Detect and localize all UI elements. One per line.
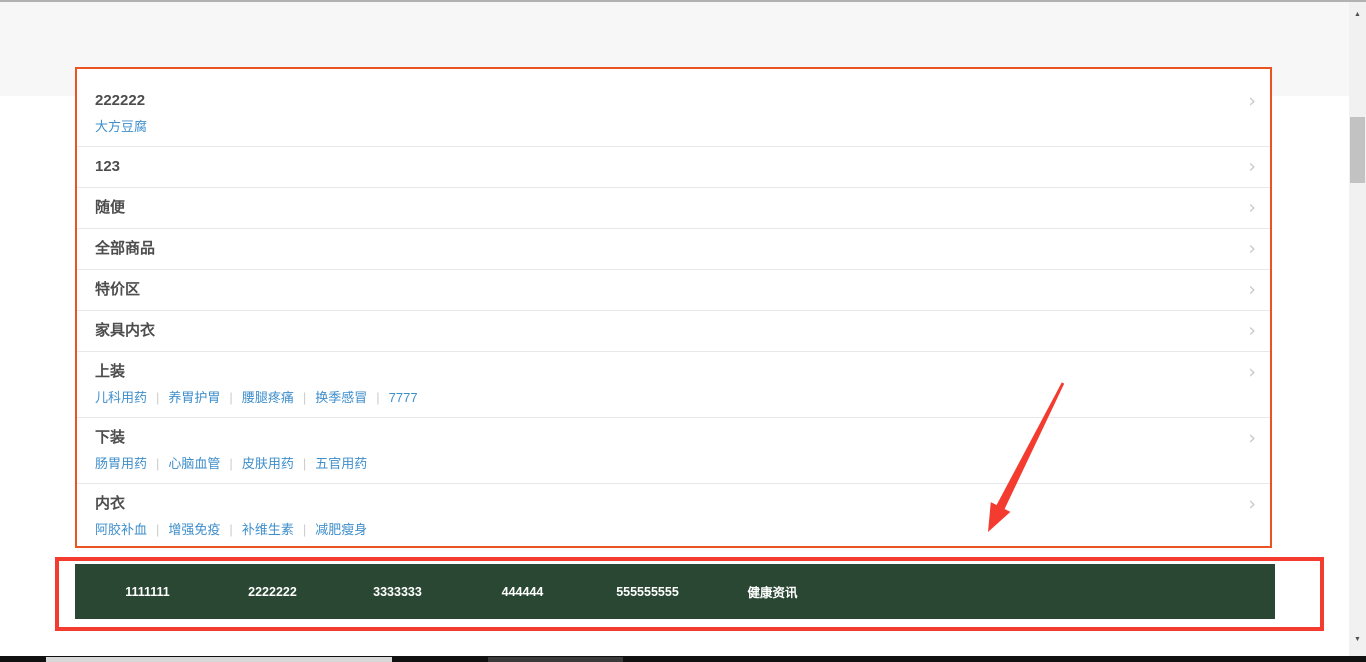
taskbar-edge-light-segment — [46, 657, 392, 662]
footer-nav-bar: 1111111 2222222 3333333 444444 555555555… — [75, 564, 1275, 619]
subcategory-link[interactable]: 五官用药 — [315, 456, 367, 471]
subcategory-link[interactable]: 儿科用药 — [95, 390, 168, 405]
taskbar-edge-dark-segment — [488, 657, 623, 662]
subcategory-link[interactable]: 养胃护胃 — [168, 390, 241, 405]
category-sublinks: 儿科用药养胃护胃腰腿疼痛换季感冒7777 — [95, 387, 1246, 408]
category-sublinks: 阿胶补血增强免疫补维生素减肥瘦身 — [95, 519, 1246, 540]
category-row[interactable]: 上装 儿科用药养胃护胃腰腿疼痛换季感冒7777 › — [77, 352, 1270, 418]
scroll-down-button[interactable]: ▼ — [1349, 631, 1366, 648]
footer-nav-item[interactable]: 1111111 — [85, 585, 210, 599]
scrollbar-thumb[interactable] — [1350, 117, 1365, 183]
category-row[interactable]: 下装 肠胃用药心脑血管皮肤用药五官用药 › — [77, 418, 1270, 484]
category-title: 上装 — [95, 362, 1246, 382]
category-title: 123 — [95, 157, 120, 177]
category-title: 下装 — [95, 428, 1246, 448]
chevron-right-icon[interactable]: › — [1248, 322, 1256, 341]
category-title: 家具内衣 — [95, 321, 155, 341]
subcategory-link[interactable]: 阿胶补血 — [95, 522, 168, 537]
category-row[interactable]: 家具内衣 › — [77, 311, 1270, 352]
category-row[interactable]: 123 › — [77, 147, 1270, 188]
category-title: 222222 — [95, 91, 1246, 111]
chevron-right-icon[interactable]: › — [1248, 363, 1256, 382]
subcategory-link[interactable]: 换季感冒 — [315, 390, 388, 405]
category-row[interactable]: 随便 › — [77, 188, 1270, 229]
footer-nav-item[interactable]: 444444 — [460, 585, 585, 599]
subcategory-link[interactable]: 肠胃用药 — [95, 456, 168, 471]
scroll-up-icon: ▲ — [1354, 11, 1361, 18]
subcategory-link[interactable]: 增强免疫 — [168, 522, 241, 537]
category-row[interactable]: 全部商品 › — [77, 229, 1270, 270]
taskbar-edge — [0, 656, 1366, 662]
footer-nav-item[interactable]: 555555555 — [585, 585, 710, 599]
category-row[interactable]: 内衣 阿胶补血增强免疫补维生素减肥瘦身 › — [77, 484, 1270, 549]
category-sublinks: 大方豆腐 — [95, 116, 1246, 137]
category-title: 随便 — [95, 198, 125, 218]
chevron-right-icon[interactable]: › — [1248, 495, 1256, 514]
category-title: 全部商品 — [95, 239, 155, 259]
footer-nav-item[interactable]: 2222222 — [210, 585, 335, 599]
chevron-right-icon[interactable]: › — [1248, 281, 1256, 300]
footer-nav-item[interactable]: 3333333 — [335, 585, 460, 599]
subcategory-link[interactable]: 皮肤用药 — [242, 456, 315, 471]
subcategory-link[interactable]: 腰腿疼痛 — [242, 390, 315, 405]
category-sublinks: 肠胃用药心脑血管皮肤用药五官用药 — [95, 453, 1246, 474]
footer-nav-item[interactable]: 健康资讯 — [710, 582, 835, 601]
category-title: 内衣 — [95, 494, 1246, 514]
chevron-right-icon[interactable]: › — [1248, 240, 1256, 259]
category-panel: 222222 大方豆腐 › 123 › 随便 › 全部商品 › 特价区 › 家具… — [75, 67, 1272, 548]
subcategory-link[interactable]: 心脑血管 — [168, 456, 241, 471]
category-row[interactable]: 特价区 › — [77, 270, 1270, 311]
category-title: 特价区 — [95, 280, 140, 300]
subcategory-link[interactable]: 补维生素 — [242, 522, 315, 537]
subcategory-link[interactable]: 减肥瘦身 — [315, 522, 367, 537]
scroll-up-button[interactable]: ▲ — [1349, 6, 1366, 23]
category-row[interactable]: 222222 大方豆腐 › — [77, 75, 1270, 147]
subcategory-link[interactable]: 7777 — [389, 390, 418, 405]
subcategory-link[interactable]: 大方豆腐 — [95, 119, 147, 134]
chevron-right-icon[interactable]: › — [1248, 429, 1256, 448]
chevron-right-icon[interactable]: › — [1248, 92, 1256, 111]
vertical-scrollbar[interactable]: ▲ ▼ — [1349, 2, 1366, 656]
scroll-down-icon: ▼ — [1354, 636, 1361, 643]
chevron-right-icon[interactable]: › — [1248, 158, 1256, 177]
chevron-right-icon[interactable]: › — [1248, 199, 1256, 218]
page: 222222 大方豆腐 › 123 › 随便 › 全部商品 › 特价区 › 家具… — [0, 0, 1366, 662]
